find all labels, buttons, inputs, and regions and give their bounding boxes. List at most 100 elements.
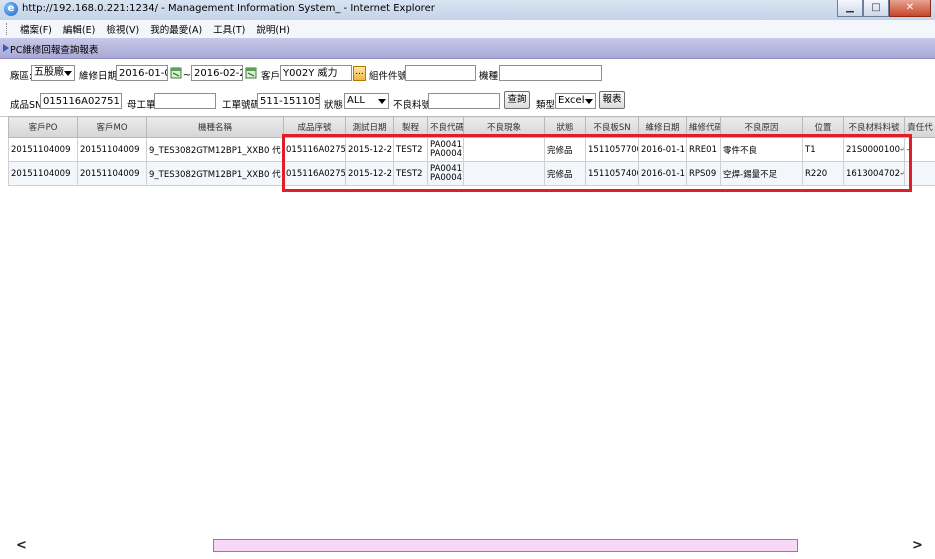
table-cell: 2016-01-11 <box>638 161 687 186</box>
window-title-bar: e http://192.168.0.221:1234/ - Managemen… <box>0 0 935 21</box>
close-button[interactable]: ✕ <box>889 0 931 17</box>
table-cell: R220 <box>802 161 844 186</box>
date-to-field[interactable]: 2016-02-24 <box>191 65 243 81</box>
horizontal-scrollbar[interactable]: < > <box>0 536 935 556</box>
page-title: PC維修回報查詢報表 <box>10 45 99 56</box>
type-select-value: Excel <box>558 95 585 106</box>
table-cell: 9_TES3082GTM12BP1_XXB0 代 <box>146 137 284 162</box>
window-controls: ▁ □ ✕ <box>837 0 931 17</box>
table-cell: 1613004702-01 <box>843 161 905 186</box>
customer-field[interactable]: Y002Y 威力 <box>280 65 352 81</box>
results-table: 客戶PO 客戶MO 機種名稱 成品序號 測試日期 製程 不良代碼 不良現象 狀態… <box>8 116 935 186</box>
column-header[interactable]: 不良材料料號 <box>843 116 905 138</box>
internet-explorer-icon: e <box>4 2 18 16</box>
table-cell: 2015-12-21 <box>345 161 394 186</box>
status-select[interactable]: ALL <box>344 93 389 109</box>
repair-date-label: 維修日期: <box>79 71 121 82</box>
column-header[interactable]: 不良現象 <box>463 116 545 138</box>
table-cell <box>463 161 545 186</box>
date-from-field[interactable]: 2016-01-01 <box>116 65 168 81</box>
table-cell: 空焊-錫量不足 <box>720 161 803 186</box>
table-cell: 20151104009 <box>8 161 78 186</box>
defect-part-field[interactable] <box>428 93 500 109</box>
table-cell: PA0041; PA0004 <box>427 161 464 186</box>
menu-file[interactable]: 檔案(F) <box>16 22 59 36</box>
table-cell: 20151104009 <box>8 137 78 162</box>
component-field[interactable] <box>405 65 476 81</box>
table-cell: PA0041; PA0004 <box>427 137 464 162</box>
chevron-down-icon <box>378 99 386 104</box>
column-header[interactable]: 狀態 <box>544 116 586 138</box>
minimize-button[interactable]: ▁ <box>837 0 863 17</box>
calendar-icon[interactable] <box>245 66 258 79</box>
table-cell: 完修品 <box>544 137 586 162</box>
table-cell: 完修品 <box>544 161 586 186</box>
column-header[interactable]: 位置 <box>802 116 844 138</box>
column-header[interactable]: 成品序號 <box>283 116 346 138</box>
sn-field[interactable]: 015116A02751 <box>40 93 122 109</box>
table-cell: 015116A02751 <box>283 161 346 186</box>
parent-wo-field[interactable] <box>154 93 216 109</box>
window-title: http://192.168.0.221:1234/ - Management … <box>22 3 435 14</box>
table-cell: 20151104009 <box>77 137 147 162</box>
table-cell: 015116A02751 <box>283 137 346 162</box>
model-field[interactable] <box>499 65 602 81</box>
table-cell <box>463 137 545 162</box>
table-cell: 2016-01-11 <box>638 137 687 162</box>
table-cell: 2015-12-21 <box>345 137 394 162</box>
type-select[interactable]: Excel <box>555 93 596 109</box>
table-cell: T1 <box>802 137 844 162</box>
table-cell: RPS09 <box>686 161 721 186</box>
date-separator: ~ <box>183 70 191 81</box>
table-cell <box>904 161 935 186</box>
column-header[interactable]: 維修日期 <box>638 116 687 138</box>
scroll-left-icon[interactable]: < <box>16 538 27 553</box>
report-button[interactable]: 報表 <box>599 91 625 109</box>
column-header[interactable]: 製程 <box>393 116 428 138</box>
menu-edit[interactable]: 編輯(E) <box>59 22 102 36</box>
factory-select[interactable]: 五股廠 <box>31 65 75 81</box>
table-header-row: 客戶PO 客戶MO 機種名稱 成品序號 測試日期 製程 不良代碼 不良現象 狀態… <box>8 116 935 138</box>
column-header[interactable]: 不良代碼 <box>427 116 464 138</box>
column-header[interactable]: 不良原因 <box>720 116 803 138</box>
table-cell: 零件不良 <box>720 137 803 162</box>
column-header[interactable]: 客戶PO <box>8 116 78 138</box>
factory-label: 廠區: <box>10 71 33 82</box>
filter-row-2: 成品SN: 015116A02751 母工單: 工單號碼: 511-151105… <box>0 90 935 117</box>
wo-field[interactable]: 511-15110572 <box>257 93 320 109</box>
panel-header: PC維修回報查詢報表 <box>0 38 935 59</box>
factory-select-value: 五股廠 <box>34 67 64 78</box>
table-cell: 151105740020 <box>585 161 639 186</box>
query-button[interactable]: 查詢 <box>504 91 530 109</box>
calendar-icon[interactable] <box>170 66 183 79</box>
column-header[interactable]: 客戶MO <box>77 116 147 138</box>
toolbar-grip-icon <box>6 23 10 35</box>
filter-row-1: 廠區: 五股廠 維修日期: 2016-01-01 ~ 2016-02-24 客戶… <box>0 62 935 86</box>
table-row[interactable]: 20151104009 20151104009 9_TES3082GTM12BP… <box>8 161 935 186</box>
menu-bar: 檔案(F) 編輯(E) 檢視(V) 我的最愛(A) 工具(T) 說明(H) <box>0 20 935 39</box>
table-cell: RRE01 <box>686 137 721 162</box>
status-select-value: ALL <box>347 95 365 106</box>
column-header[interactable]: 維修代碼 <box>686 116 721 138</box>
table-cell: TEST2 <box>393 161 428 186</box>
menu-favorites[interactable]: 我的最愛(A) <box>146 22 209 36</box>
column-header[interactable]: 責任代 <box>904 116 935 138</box>
column-header[interactable]: 測試日期 <box>345 116 394 138</box>
triangle-bullet-icon <box>3 44 9 52</box>
table-row[interactable]: 20151104009 20151104009 9_TES3082GTM12BP… <box>8 137 935 162</box>
model-label: 機種: <box>479 71 502 82</box>
scroll-right-icon[interactable]: > <box>912 538 923 553</box>
chevron-down-icon <box>585 99 593 104</box>
results-grid: 客戶PO 客戶MO 機種名稱 成品序號 測試日期 製程 不良代碼 不良現象 狀態… <box>8 116 935 186</box>
menu-tools[interactable]: 工具(T) <box>209 22 252 36</box>
maximize-button[interactable]: □ <box>863 0 889 17</box>
menu-help[interactable]: 說明(H) <box>252 22 297 36</box>
scrollbar-thumb[interactable] <box>213 539 798 552</box>
table-cell: 9_TES3082GTM12BP1_XXB0 代 <box>146 161 284 186</box>
table-cell: 20151104009 <box>77 161 147 186</box>
chevron-down-icon <box>64 71 72 76</box>
column-header[interactable]: 不良板SN <box>585 116 639 138</box>
menu-view[interactable]: 檢視(V) <box>102 22 146 36</box>
column-header[interactable]: 機種名稱 <box>146 116 284 138</box>
customer-lookup-button[interactable]: ... <box>353 66 366 81</box>
